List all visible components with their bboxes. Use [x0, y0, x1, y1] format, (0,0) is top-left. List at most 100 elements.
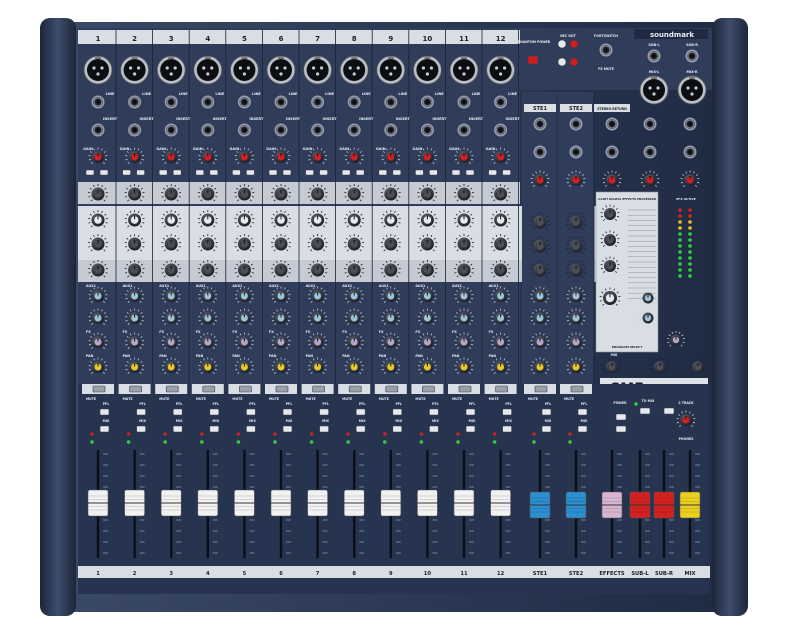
fader-cap[interactable]	[234, 489, 255, 517]
insert-jack[interactable]	[347, 123, 361, 137]
mic-input-xlr[interactable]	[156, 55, 186, 85]
mute-button[interactable]	[534, 385, 548, 393]
fader-cap[interactable]	[453, 489, 475, 517]
line-input-jack[interactable]	[384, 95, 398, 109]
lowcut-button[interactable]	[232, 169, 241, 176]
return-right-jack[interactable]	[605, 145, 619, 159]
rca-white-2[interactable]	[557, 57, 567, 67]
mic-input-xlr[interactable]	[229, 55, 259, 85]
insert-jack[interactable]	[274, 123, 288, 137]
pfl-button[interactable]	[541, 408, 552, 416]
insert-jack[interactable]	[128, 123, 142, 137]
insert-jack[interactable]	[420, 123, 434, 137]
insert-jack[interactable]	[91, 123, 105, 137]
line-input-jack[interactable]	[201, 95, 215, 109]
fader-cap[interactable]	[565, 491, 587, 519]
mix-assign-button[interactable]	[172, 425, 183, 433]
mute-button[interactable]	[275, 385, 289, 393]
line-input-jack[interactable]	[164, 95, 178, 109]
mix-assign-button[interactable]	[282, 425, 293, 433]
fader-cap[interactable]	[529, 491, 551, 519]
pfl-button[interactable]	[136, 408, 146, 416]
lowcut-button[interactable]	[488, 169, 497, 176]
master-out-jack-1[interactable]	[643, 117, 657, 131]
mute-button[interactable]	[458, 385, 472, 393]
mute-button[interactable]	[348, 385, 362, 393]
pfl-button[interactable]	[429, 408, 439, 416]
lowcut-button[interactable]	[415, 169, 424, 176]
mix-assign-button[interactable]	[319, 425, 329, 433]
mic-input-xlr[interactable]	[266, 55, 296, 85]
fader-cap[interactable]	[124, 489, 145, 517]
mix-l-xlr-out[interactable]	[639, 75, 669, 105]
line-input-jack[interactable]	[311, 95, 325, 109]
pfl-button[interactable]	[209, 408, 220, 416]
line-input-jack[interactable]	[237, 95, 251, 109]
rca-red-2[interactable]	[569, 57, 579, 67]
line-switch-button[interactable]	[355, 169, 365, 176]
mix-assign-button[interactable]	[246, 425, 256, 433]
line-switch-button[interactable]	[429, 169, 438, 176]
insert-jack[interactable]	[164, 123, 178, 137]
line-input-jack[interactable]	[457, 95, 471, 109]
stereo-left-jack[interactable]	[533, 117, 547, 131]
mute-button[interactable]	[312, 385, 325, 393]
line-switch-button[interactable]	[282, 169, 292, 176]
stereo-right-jack[interactable]	[533, 145, 547, 159]
mute-button[interactable]	[129, 385, 142, 393]
lowcut-button[interactable]	[341, 169, 351, 176]
mute-button[interactable]	[570, 385, 584, 393]
mic-input-xlr[interactable]	[303, 55, 333, 85]
line-switch-button[interactable]	[246, 169, 255, 176]
master-out-jack-2[interactable]	[683, 117, 697, 131]
sub-to-mix-r-button[interactable]	[663, 407, 675, 415]
mix-assign-button[interactable]	[429, 425, 439, 433]
mic-input-xlr[interactable]	[83, 55, 113, 85]
mix-assign-button[interactable]	[355, 425, 366, 433]
pfl-button[interactable]	[392, 408, 403, 416]
mute-button[interactable]	[495, 385, 508, 393]
lowcut-button[interactable]	[378, 169, 388, 176]
lowcut-button[interactable]	[195, 169, 205, 176]
line-input-jack[interactable]	[420, 95, 434, 109]
fader-cap[interactable]	[87, 489, 109, 517]
mix-assign-button[interactable]	[577, 425, 588, 433]
efx-on-button[interactable]	[615, 413, 627, 421]
mic-input-xlr[interactable]	[486, 55, 516, 85]
mix-assign-button[interactable]	[136, 425, 146, 433]
phantom-power-button[interactable]	[527, 55, 539, 65]
master-out-jack-3[interactable]	[643, 145, 657, 159]
pfl-button[interactable]	[246, 408, 256, 416]
mix-assign-button[interactable]	[209, 425, 220, 433]
rca-white[interactable]	[557, 39, 567, 49]
mic-input-xlr[interactable]	[120, 55, 150, 85]
sub-to-mix-l-button[interactable]	[639, 407, 651, 415]
mic-input-xlr[interactable]	[339, 55, 369, 85]
lowcut-button[interactable]	[305, 169, 314, 176]
mix-assign-button[interactable]	[541, 425, 552, 433]
mic-input-xlr[interactable]	[376, 55, 406, 85]
mic-input-xlr[interactable]	[412, 55, 442, 85]
line-switch-button[interactable]	[209, 169, 219, 176]
pfl-button[interactable]	[99, 408, 110, 416]
line-input-jack[interactable]	[494, 95, 508, 109]
mute-button[interactable]	[165, 385, 179, 393]
fader-cap[interactable]	[160, 489, 182, 517]
line-switch-button[interactable]	[392, 169, 402, 176]
fader-cap[interactable]	[343, 489, 365, 517]
fader-cap[interactable]	[653, 491, 675, 519]
insert-jack[interactable]	[311, 123, 325, 137]
mix-assign-button[interactable]	[99, 425, 110, 433]
insert-jack[interactable]	[384, 123, 398, 137]
sub-l-jack[interactable]	[647, 49, 661, 63]
line-switch-button[interactable]	[465, 169, 475, 176]
mute-button[interactable]	[239, 385, 252, 393]
mix-assign-button[interactable]	[502, 425, 512, 433]
efx-mute-button[interactable]	[615, 425, 627, 433]
fader-cap[interactable]	[490, 489, 511, 517]
stereo-left-jack[interactable]	[569, 117, 583, 131]
fader-cap[interactable]	[380, 489, 402, 517]
fader-cap[interactable]	[197, 489, 219, 517]
mix-assign-button[interactable]	[392, 425, 403, 433]
sub-r-jack[interactable]	[685, 49, 699, 63]
